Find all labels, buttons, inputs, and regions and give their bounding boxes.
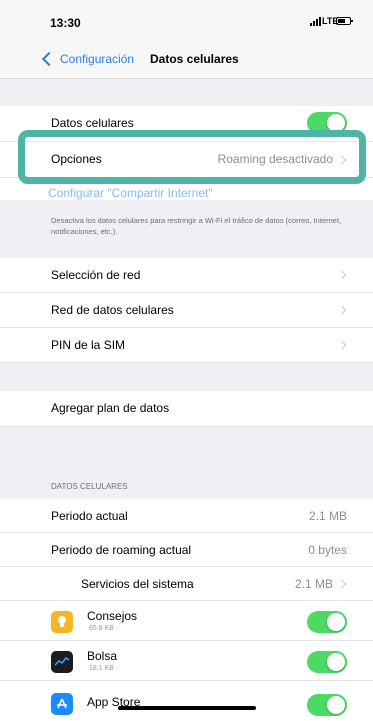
signal-icon [310,17,321,26]
chevron-right-icon [337,270,347,280]
section-gap [0,363,373,391]
network-selection-row[interactable]: Selección de red [0,258,373,293]
app-row: Consejos 65.8 KB [0,601,373,641]
app-row: Bolsa 18.1 KB [0,641,373,681]
chevron-right-icon [337,305,347,315]
chevron-right-icon [337,340,347,350]
status-time: 13:30 [50,16,81,30]
cellular-data-note: Desactiva los datos celulares para restr… [51,216,342,236]
stocks-icon [51,651,73,673]
current-period-label: Periodo actual [51,509,128,523]
app-name: Bolsa [87,649,118,663]
app-cellular-toggle[interactable] [307,694,347,716]
app-store-icon [51,693,73,715]
app-data-size: 18.1 KB [89,665,114,672]
status-bar: 13:30 LTE [0,0,373,40]
add-data-plan-row[interactable]: Agregar plan de datos [0,391,373,427]
cellular-data-network-row[interactable]: Red de datos celulares [0,293,373,328]
battery-icon [336,17,353,25]
highlight-frame [18,130,366,184]
chevron-left-icon [41,51,57,67]
personal-hotspot-label: Configurar "Compartir Internet" [48,186,213,200]
app-data-size: 65.8 KB [89,625,114,632]
sim-pin-label: PIN de la SIM [51,338,126,352]
page-title: Datos celulares [150,52,239,66]
current-period-value: 2.1 MB [308,509,347,523]
current-period-row: Periodo actual 2.1 MB [0,499,373,533]
back-label: Configuración [60,52,135,66]
app-name: Consejos [87,609,138,623]
system-services-value: 2.1 MB [294,577,333,591]
usage-section-header: DATOS CELULARES [51,482,128,491]
lightbulb-icon [51,611,73,633]
roaming-period-row: Periodo de roaming actual 0 bytes [0,533,373,567]
home-indicator [118,706,256,710]
cellular-data-label: Datos celulares [51,116,134,130]
app-cellular-toggle[interactable] [307,651,347,673]
roaming-period-value: 0 bytes [308,543,347,557]
section-gap [0,79,373,106]
navigation-bar: Configuración Datos celulares [0,40,373,79]
system-services-row[interactable]: Servicios del sistema 2.1 MB [0,567,373,601]
sim-pin-row[interactable]: PIN de la SIM [0,328,373,363]
chevron-right-icon [337,579,347,589]
app-cellular-toggle[interactable] [307,611,347,633]
roaming-period-label: Periodo de roaming actual [51,543,192,557]
back-button[interactable]: Configuración [41,51,135,67]
add-data-plan-link[interactable]: Agregar plan de datos [51,401,169,415]
network-selection-label: Selección de red [51,268,141,282]
app-row: App Store [0,681,373,721]
system-services-label: Servicios del sistema [81,577,194,591]
cellular-data-network-label: Red de datos celulares [51,303,174,317]
